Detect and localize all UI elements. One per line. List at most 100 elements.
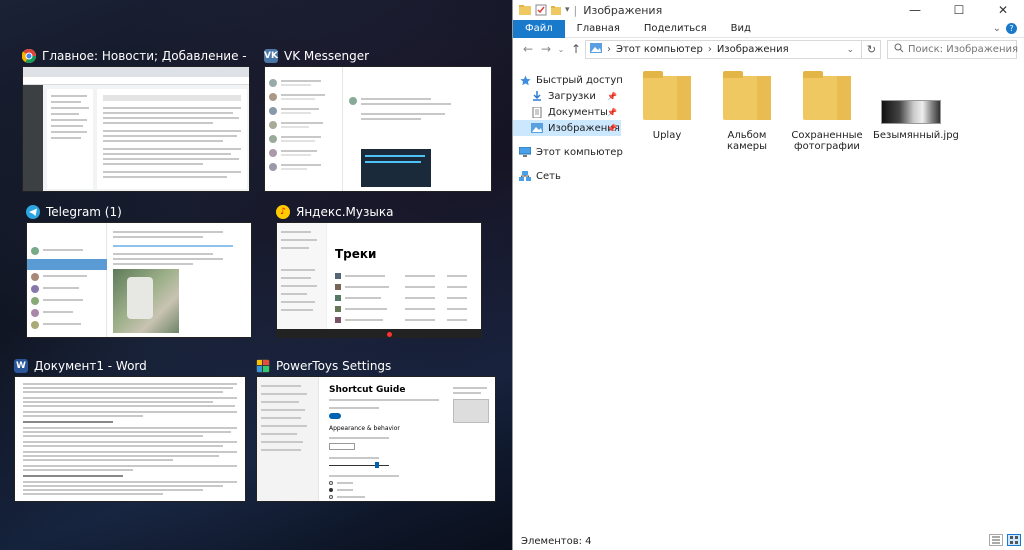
navigation-pane: Быстрый доступ Загрузки 📌 Документы 📌 Из… [513,72,623,522]
powertoys-icon [256,359,270,373]
chrome-icon [22,49,36,63]
nav-label: Загрузки [548,90,596,102]
tab-file[interactable]: Файл [513,19,565,38]
navigation-bar: ← → ⌄ ↑ › Этот компьютер › Изображения ⌄… [513,38,1024,60]
window-tile-header: ♪ Яндекс.Музыка [276,202,482,222]
back-button[interactable]: ← [519,40,537,58]
recent-locations-icon[interactable]: ⌄ [555,40,567,58]
file-explorer-window: ▾ | Изображения — ☐ ✕ Файл Главная Подел… [512,0,1024,550]
breadcrumb-pictures[interactable]: Изображения [717,44,789,55]
item-count: Элементов: 4 [521,535,592,547]
window-thumbnail [26,222,252,338]
window-title: PowerToys Settings [276,359,392,373]
window-tile-powertoys[interactable]: PowerToys Settings Shortcut Guide Appear… [256,356,496,502]
folder-icon [717,68,777,124]
documents-icon [531,106,543,118]
title-separator: | [573,3,578,17]
window-thumbnail [264,66,492,192]
tab-home[interactable]: Главная [565,20,632,38]
folder-item[interactable]: Сохраненные фотографии [789,68,865,152]
chevron-down-icon[interactable]: ▾ [565,5,570,15]
address-dropdown-icon[interactable]: ⌄ [846,45,854,55]
minimize-button[interactable]: — [893,0,937,20]
telegram-icon [26,205,40,219]
download-icon [531,91,543,101]
window-tile-chrome[interactable]: Главное: Новости; Добавление - www.iguid… [22,46,250,192]
screen: Главное: Новости; Добавление - www.iguid… [0,0,1024,550]
folder-icon [797,68,857,124]
nav-item-pictures[interactable]: Изображения 📌 [513,120,621,136]
window-title: Telegram (1) [46,205,122,219]
vk-icon: VK [264,49,278,63]
image-thumbnail-icon [881,68,941,124]
window-tile-word[interactable]: W Документ1 - Word [14,356,246,502]
window-tile-vk[interactable]: VK VK Messenger [264,46,492,192]
window-thumbnail [14,376,246,502]
folder-icon [637,68,697,124]
window-tile-telegram[interactable]: Telegram (1) [26,202,252,338]
item-label: Uplay [652,130,682,141]
help-icon[interactable]: ? [1006,23,1017,34]
network-icon [519,171,531,181]
nav-label: Сеть [536,170,561,182]
nav-label: Быстрый доступ [536,74,623,86]
image-item[interactable]: Безымянный.jpg [873,68,959,141]
item-label: Альбом камеры [726,130,768,152]
window-thumbnail: Треки [276,222,482,338]
search-input[interactable] [908,44,1018,55]
window-title: Изображения [583,3,663,17]
close-button[interactable]: ✕ [981,0,1024,20]
nav-item-quick-access[interactable]: Быстрый доступ [513,72,623,88]
powertoys-subheading: Appearance & behavior [329,425,400,432]
address-bar[interactable]: › Этот компьютер › Изображения ⌄ [585,40,881,59]
file-list: Uplay Альбом камеры Сохраненные фотограф… [629,68,1019,528]
breadcrumb-this-pc[interactable]: Этот компьютер [616,44,703,55]
window-tile-header: PowerToys Settings [256,356,496,376]
word-icon: W [14,359,28,373]
pin-icon: 📌 [607,107,617,117]
window-tile-yandex-music[interactable]: ♪ Яндекс.Музыка Треки [276,202,482,338]
details-view-button[interactable] [989,534,1003,546]
task-view: Главное: Новости; Добавление - www.iguid… [0,0,512,550]
window-title: Документ1 - Word [34,359,147,373]
nav-item-network[interactable]: Сеть [513,168,621,184]
yandex-music-icon: ♪ [276,205,290,219]
window-tile-header: W Документ1 - Word [14,356,246,376]
status-bar: Элементов: 4 [513,532,1024,550]
pin-icon: 📌 [607,123,617,133]
refresh-button[interactable]: ↻ [861,40,881,59]
chevron-right-icon: › [607,44,611,55]
properties-icon[interactable] [535,4,547,16]
nav-item-downloads[interactable]: Загрузки 📌 [513,88,621,104]
up-button[interactable]: ↑ [567,40,585,58]
folder-item[interactable]: Uplay [629,68,705,141]
pictures-icon [531,123,543,133]
pictures-icon [590,43,602,56]
search-icon [894,43,904,56]
app-icon [519,4,531,16]
window-title: Главное: Новости; Добавление - www.iguid… [42,49,250,63]
nav-item-documents[interactable]: Документы 📌 [513,104,621,120]
folder-item[interactable]: Альбом камеры [709,68,785,152]
search-box[interactable] [887,40,1018,59]
nav-label: Этот компьютер [536,146,623,158]
window-tile-header: Telegram (1) [26,202,252,222]
window-title: Яндекс.Музыка [296,205,394,219]
large-icons-view-button[interactable] [1007,534,1021,546]
new-folder-icon[interactable] [551,4,563,16]
music-heading: Треки [335,247,377,261]
window-title: VK Messenger [284,49,370,63]
nav-item-this-pc[interactable]: Этот компьютер [513,144,623,160]
computer-icon [519,147,531,157]
ribbon-expand-icon[interactable]: ⌄ [993,23,1001,34]
maximize-button[interactable]: ☐ [937,0,981,20]
forward-button[interactable]: → [537,40,555,58]
window-tile-header: Главное: Новости; Добавление - www.iguid… [22,46,250,66]
nav-label: Документы [548,106,608,118]
window-thumbnail: Shortcut Guide Appearance & behavior [256,376,496,502]
chevron-right-icon: › [707,44,712,55]
pin-icon: 📌 [607,91,617,101]
tab-share[interactable]: Поделиться [632,20,719,38]
tab-view[interactable]: Вид [719,20,763,38]
title-bar: ▾ | Изображения — ☐ ✕ [513,0,1024,20]
